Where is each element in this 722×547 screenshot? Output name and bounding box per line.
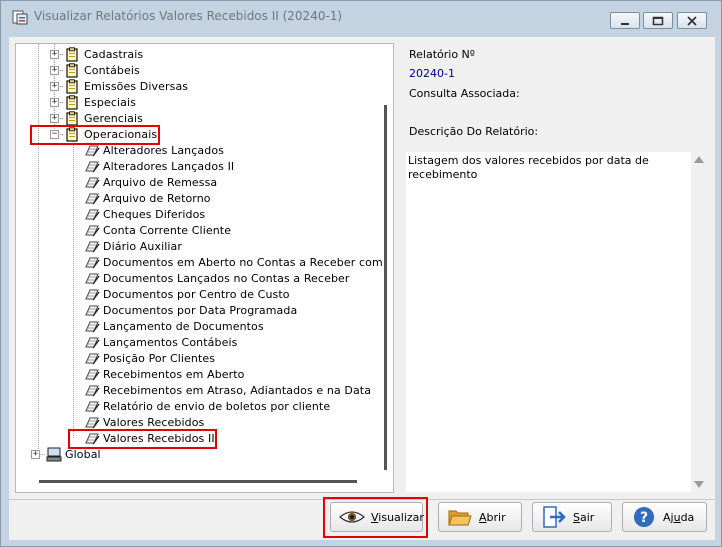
report-pencil-icon [84,400,100,416]
report-tree[interactable]: + Cadastrais + Contábeis + Emissões Diversas +… [15,43,394,493]
minimize-button[interactable] [610,12,640,29]
open-folder-icon [447,506,473,528]
description-textbox[interactable]: Listagem dos valores recebidos por data … [406,152,692,492]
tree-report-item[interactable]: Diário Auxiliar [103,239,182,255]
window-title: Visualizar Relatórios Valores Recebidos … [34,9,343,23]
maximize-button[interactable] [643,12,673,29]
open-button[interactable]: Abrir [438,502,522,532]
report-pencil-icon [84,192,100,208]
report-pencil-icon [84,224,100,240]
description-label: Descrição Do Relatório: [409,125,539,138]
report-number-label: Relatório Nº [409,48,475,61]
exit-button-label: Sair [573,510,595,524]
report-pencil-icon [84,352,100,368]
expand-toggle-icon[interactable]: + [50,114,59,123]
report-app-icon [12,10,28,25]
exit-button[interactable]: Sair [532,502,612,532]
tree-report-item[interactable]: Recebimentos em Atraso, Adiantados e na … [103,383,371,399]
tree-report-item[interactable]: Posição Por Clientes [103,351,215,367]
report-pencil-icon [84,176,100,192]
tree-report-item[interactable]: Alteradores Lançados [103,143,224,159]
tree-report-item[interactable]: Alteradores Lançados II [103,159,234,175]
expand-toggle-icon[interactable]: + [50,50,59,59]
open-button-label: Abrir [479,510,506,524]
expand-toggle-icon[interactable]: + [50,66,59,75]
tree-horizontal-scroll-thumb[interactable] [39,480,357,483]
report-pencil-icon [84,368,100,384]
tree-report-item[interactable]: Cheques Diferidos [103,207,205,223]
report-pencil-icon [84,320,100,336]
description-scrollbar[interactable] [691,152,707,492]
title-bar: Visualizar Relatórios Valores Recebidos … [1,1,721,31]
report-pencil-icon [84,288,100,304]
help-question-icon: ? [631,506,657,528]
help-button[interactable]: ? Ajuda [622,502,707,532]
tree-report-item[interactable]: Documentos Lançados no Contas a Receber [103,271,350,287]
expand-toggle-icon[interactable]: + [50,82,59,91]
scroll-down-arrow-icon[interactable] [694,481,704,488]
help-button-label: Ajuda [663,510,695,524]
tree-report-item[interactable]: Documentos por Centro de Custo [103,287,290,303]
report-pencil-icon [84,160,100,176]
report-number-value: 20240-1 [409,67,455,80]
tree-report-item[interactable]: Lançamento de Documentos [103,319,264,335]
tree-report-item[interactable]: Conta Corrente Cliente [103,223,231,239]
report-pencil-icon [84,208,100,224]
tree-report-item[interactable]: Recebimentos em Aberto [103,367,245,383]
tree-report-item[interactable]: Lançamentos Contábeis [103,335,237,351]
tree-report-item[interactable]: Documentos por Data Programada [103,303,297,319]
tree-scroll-thumb[interactable] [384,105,387,470]
report-pencil-icon [84,384,100,400]
tree-group-contábeis[interactable]: Contábeis [84,63,140,79]
maximize-icon [652,16,664,25]
tree-root-global[interactable]: Global [65,447,101,463]
svg-text:?: ? [640,510,648,526]
app-window: Visualizar Relatórios Valores Recebidos … [0,0,722,547]
report-pencil-icon [84,272,100,288]
highlight-operacionais [30,125,160,145]
tree-report-item[interactable]: Documentos em Aberto no Contas a Receber… [103,255,393,271]
tree-group-emissões-diversas[interactable]: Emissões Diversas [84,79,188,95]
expand-toggle-icon[interactable]: + [31,450,40,459]
highlight-selected-report [68,429,217,449]
expand-toggle-icon[interactable]: + [50,98,59,107]
description-text: Listagem dos valores recebidos por data … [408,154,649,181]
minimize-icon [621,22,629,25]
tree-report-item[interactable]: Arquivo de Retorno [103,191,211,207]
report-pencil-icon [84,304,100,320]
exit-door-icon [541,506,567,528]
report-pencil-icon [84,144,100,160]
tree-group-cadastrais[interactable]: Cadastrais [84,47,143,63]
tree-report-item[interactable]: Arquivo de Remessa [103,175,217,191]
highlight-view-button [323,497,428,538]
report-pencil-icon [84,336,100,352]
report-pencil-icon [84,256,100,272]
scroll-up-arrow-icon[interactable] [694,156,704,163]
tree-report-item[interactable]: Relatório de envio de boletos por client… [103,399,330,415]
report-pencil-icon [84,240,100,256]
close-window-button[interactable] [677,12,707,29]
computer-icon [46,447,62,465]
query-label: Consulta Associada: [409,87,520,100]
tree-group-especiais[interactable]: Especiais [84,95,136,111]
close-icon [687,15,697,26]
